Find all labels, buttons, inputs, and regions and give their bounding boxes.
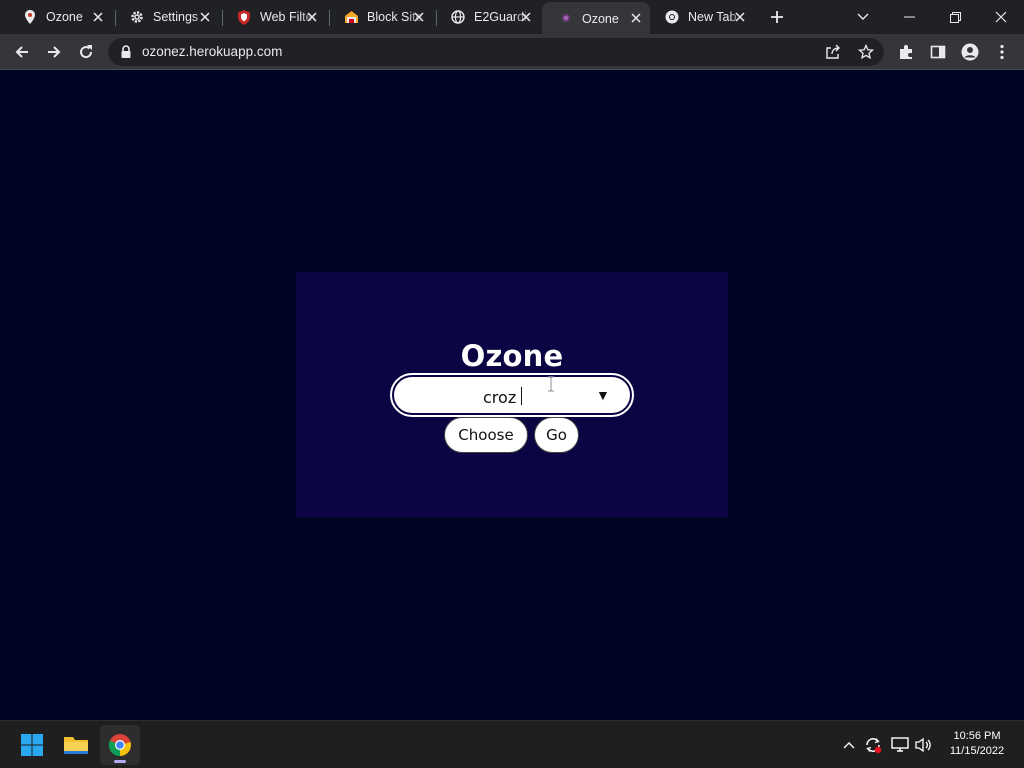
- address-bar[interactable]: ozonez.herokuapp.com: [108, 38, 884, 66]
- tab-ozone-1[interactable]: Ozone: [6, 4, 112, 30]
- choose-button[interactable]: Choose: [444, 417, 528, 453]
- reload-icon: [80, 45, 93, 59]
- bookmark-button[interactable]: [855, 41, 877, 63]
- address-url[interactable]: ozonez.herokuapp.com: [142, 44, 282, 59]
- sync-icon: [866, 738, 882, 754]
- speaker-icon: [915, 737, 931, 753]
- ozone-panel: Ozone croz ▼ Choose Go: [296, 272, 728, 517]
- file-explorer-button[interactable]: [56, 725, 96, 765]
- tab-block-site[interactable]: Block Site: [327, 4, 433, 30]
- arrow-left-icon: [15, 46, 28, 58]
- new-tab-button[interactable]: [766, 6, 788, 28]
- plus-icon: [771, 11, 783, 23]
- page-viewport: Ozone croz ▼ Choose Go: [0, 71, 1024, 720]
- clock-date: 11/15/2022: [949, 745, 1005, 757]
- tab-new-tab[interactable]: New Tab: [648, 4, 754, 30]
- clock-time: 10:56 PM: [953, 730, 1001, 742]
- brand-title: Ozone: [460, 339, 564, 373]
- forward-button[interactable]: [40, 38, 68, 66]
- close-icon[interactable]: [90, 9, 106, 25]
- close-icon[interactable]: [732, 9, 748, 25]
- puzzle-icon: [900, 45, 912, 59]
- close-icon: [995, 11, 1007, 23]
- tab-strip: Ozone Settings Web Filter Block Site E2G…: [0, 0, 1024, 34]
- globe-icon: [450, 9, 466, 25]
- restore-button[interactable]: [932, 0, 978, 34]
- side-panel-icon: [930, 45, 946, 59]
- network-tray-icon[interactable]: [890, 735, 910, 755]
- reload-button[interactable]: [72, 38, 100, 66]
- ozone-dot-icon: [558, 10, 574, 26]
- map-pin-icon: [22, 9, 38, 25]
- share-icon: [826, 44, 840, 59]
- tab-settings[interactable]: Settings: [113, 4, 219, 30]
- windows-logo-icon: [21, 734, 43, 756]
- minimize-button[interactable]: [886, 0, 932, 34]
- chrome-taskbar-button[interactable]: [100, 725, 140, 765]
- kebab-menu-icon: [1000, 44, 1004, 60]
- close-icon[interactable]: [518, 9, 534, 25]
- volume-tray-icon[interactable]: [914, 735, 934, 755]
- menu-button[interactable]: [988, 38, 1016, 66]
- search-value[interactable]: croz: [483, 388, 516, 407]
- minimize-icon: [903, 16, 915, 18]
- shield-icon: [236, 9, 252, 25]
- chrome-icon: [664, 9, 680, 25]
- tab-ozone-active[interactable]: Ozone: [542, 2, 650, 34]
- tab-web-filter[interactable]: Web Filter: [220, 4, 326, 30]
- profile-icon: [961, 43, 979, 61]
- search-input-field[interactable]: croz ▼: [394, 377, 630, 413]
- close-icon[interactable]: [304, 9, 320, 25]
- chevron-up-icon: [843, 742, 855, 749]
- close-window-button[interactable]: [978, 0, 1024, 34]
- side-panel-button[interactable]: [924, 38, 952, 66]
- ibeam-cursor-icon: [548, 376, 554, 392]
- dropdown-arrow-icon[interactable]: ▼: [596, 387, 610, 403]
- block-site-icon: [343, 9, 359, 25]
- go-button[interactable]: Go: [534, 417, 579, 453]
- show-hidden-icons-button[interactable]: [839, 735, 859, 755]
- gear-icon: [129, 9, 145, 25]
- star-icon: [858, 44, 874, 60]
- share-button[interactable]: [822, 41, 844, 63]
- text-caret: [521, 387, 522, 405]
- close-icon[interactable]: [197, 9, 213, 25]
- extensions-button[interactable]: [892, 38, 920, 66]
- tab-search-button[interactable]: [840, 0, 886, 34]
- restore-icon: [949, 11, 961, 23]
- running-indicator: [114, 760, 126, 763]
- close-icon[interactable]: [411, 9, 427, 25]
- chevron-down-icon: [857, 13, 869, 20]
- start-button[interactable]: [12, 725, 52, 765]
- back-button[interactable]: [8, 38, 36, 66]
- windows-taskbar: 10:56 PM 11/15/2022: [0, 720, 1024, 768]
- sync-tray-icon[interactable]: [863, 735, 883, 755]
- lock-icon[interactable]: [120, 45, 132, 59]
- profile-button[interactable]: [956, 38, 984, 66]
- browser-toolbar: ozonez.herokuapp.com: [0, 34, 1024, 70]
- search-input[interactable]: croz ▼: [390, 373, 634, 417]
- arrow-right-icon: [48, 46, 61, 58]
- folder-icon: [64, 737, 88, 754]
- network-icon: [891, 737, 909, 752]
- close-icon[interactable]: [628, 10, 644, 26]
- chrome-icon: [108, 734, 131, 757]
- taskbar-clock[interactable]: 10:56 PM 11/15/2022: [944, 729, 1010, 759]
- tab-e2guardian[interactable]: E2Guardian: [434, 4, 540, 30]
